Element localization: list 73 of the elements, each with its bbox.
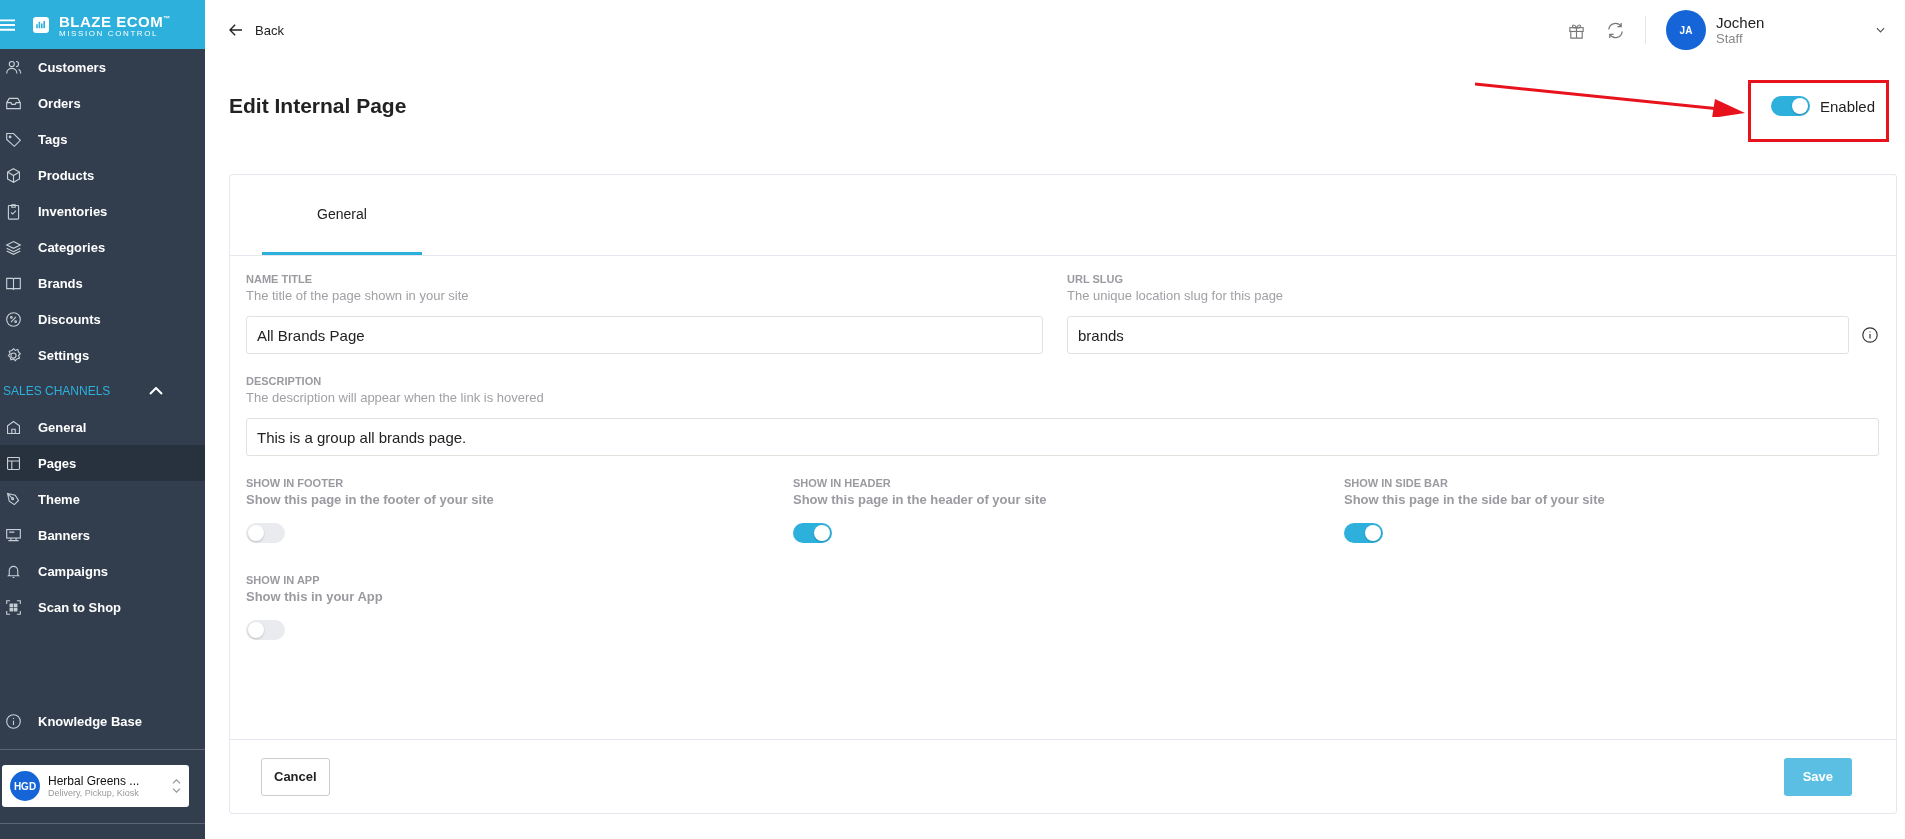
- back-arrow-icon: [229, 24, 243, 36]
- nav-item[interactable]: Discounts: [0, 301, 205, 337]
- nav-item[interactable]: Theme: [0, 481, 205, 517]
- user-menu[interactable]: JA Jochen Staff: [1666, 10, 1885, 50]
- section-header[interactable]: SALES CHANNELS: [0, 373, 205, 409]
- nav-item[interactable]: Banners: [0, 517, 205, 553]
- field-hint: The title of the page shown in your site: [246, 287, 470, 305]
- logo-icon: [33, 16, 49, 33]
- page-title: Edit Internal Page: [229, 94, 407, 118]
- chevron-icon: [149, 387, 163, 395]
- nav-item[interactable]: Brands: [0, 265, 205, 301]
- toggle-hint: Show this page in the footer of your site: [246, 491, 495, 509]
- nav-item[interactable]: Scan to Shop: [0, 589, 205, 625]
- logo-subtitle: MISSION CONTROL: [59, 29, 160, 38]
- caret-icon: [1876, 27, 1885, 33]
- text-field[interactable]: brands: [1067, 316, 1849, 354]
- back-link[interactable]: Back: [229, 22, 284, 38]
- field-hint: The unique location slug for this page: [1067, 287, 1285, 305]
- layout-icon: [5, 454, 22, 472]
- toggle-label: SHOW IN HEADER: [793, 476, 892, 490]
- field-label: URL SLUG: [1067, 272, 1125, 286]
- nav-item[interactable]: Pages: [0, 445, 205, 481]
- toggle-label: SHOW IN SIDE BAR: [1344, 476, 1449, 490]
- toggle-hint: Show this page in the header of your site: [793, 491, 1048, 509]
- info-icon[interactable]: [1861, 326, 1879, 344]
- nav-item[interactable]: Inventories: [0, 193, 205, 229]
- qr-icon: [5, 598, 22, 616]
- user-role: Staff: [1716, 31, 1744, 46]
- field-label: NAME TITLE: [246, 272, 313, 286]
- field-hint: The description will appear when the link is hovered: [246, 389, 545, 407]
- monitor-icon: [5, 526, 22, 544]
- percent-icon: [5, 310, 22, 328]
- store-channels: Delivery, Pickup, Kiosk: [48, 788, 140, 798]
- user-avatar: JA: [1666, 10, 1706, 50]
- toggle-switch[interactable]: [246, 523, 285, 543]
- user-name: Jochen: [1716, 14, 1766, 31]
- layers-icon: [5, 238, 22, 256]
- toggle-switch[interactable]: [793, 523, 832, 543]
- toggle-switch[interactable]: [1344, 523, 1383, 543]
- text-field[interactable]: All Brands Page: [246, 316, 1043, 354]
- nav-item[interactable]: Knowledge Base: [0, 703, 205, 739]
- nav-item[interactable]: Campaigns: [0, 553, 205, 589]
- toggle-label: SHOW IN FOOTER: [246, 476, 345, 490]
- tab[interactable]: General: [262, 175, 422, 255]
- home-icon: [5, 418, 22, 436]
- tag-icon: [5, 130, 22, 148]
- nav-item[interactable]: Categories: [0, 229, 205, 265]
- nav-item[interactable]: Products: [0, 157, 205, 193]
- gear-icon: [5, 346, 22, 364]
- toggle-hint: Show this page in the side bar of your site: [1344, 491, 1606, 509]
- logo-title: BLAZE ECOM$^{™}$: [59, 12, 171, 29]
- toggle-label: SHOW IN APP: [246, 573, 321, 587]
- person-icon: [5, 58, 22, 76]
- nav-item[interactable]: Customers: [0, 49, 205, 85]
- toggle-hint: Show this in your App: [246, 588, 384, 606]
- refresh-icon[interactable]: [1606, 20, 1625, 40]
- cancel-button[interactable]: Cancel: [261, 757, 330, 796]
- store-name: Herbal Greens ...: [48, 774, 141, 788]
- pen-icon: [5, 490, 22, 508]
- field-label: DESCRIPTION: [246, 374, 323, 388]
- nav-item[interactable]: Tags: [0, 121, 205, 157]
- info-icon: [5, 712, 22, 730]
- menu-icon[interactable]: [0, 18, 15, 31]
- text-field[interactable]: This is a group all brands page.: [246, 418, 1879, 456]
- box-icon: [5, 166, 22, 184]
- up-down-chevron-icon: [172, 779, 181, 793]
- enabled-label: Enabled: [1819, 97, 1875, 115]
- store-avatar: HGD: [10, 771, 40, 801]
- nav-item[interactable]: Settings: [0, 337, 205, 373]
- nav-item[interactable]: Orders: [0, 85, 205, 121]
- enabled-toggle[interactable]: [1770, 96, 1810, 116]
- nav-item[interactable]: General: [0, 409, 205, 445]
- toggle-switch[interactable]: [246, 620, 285, 640]
